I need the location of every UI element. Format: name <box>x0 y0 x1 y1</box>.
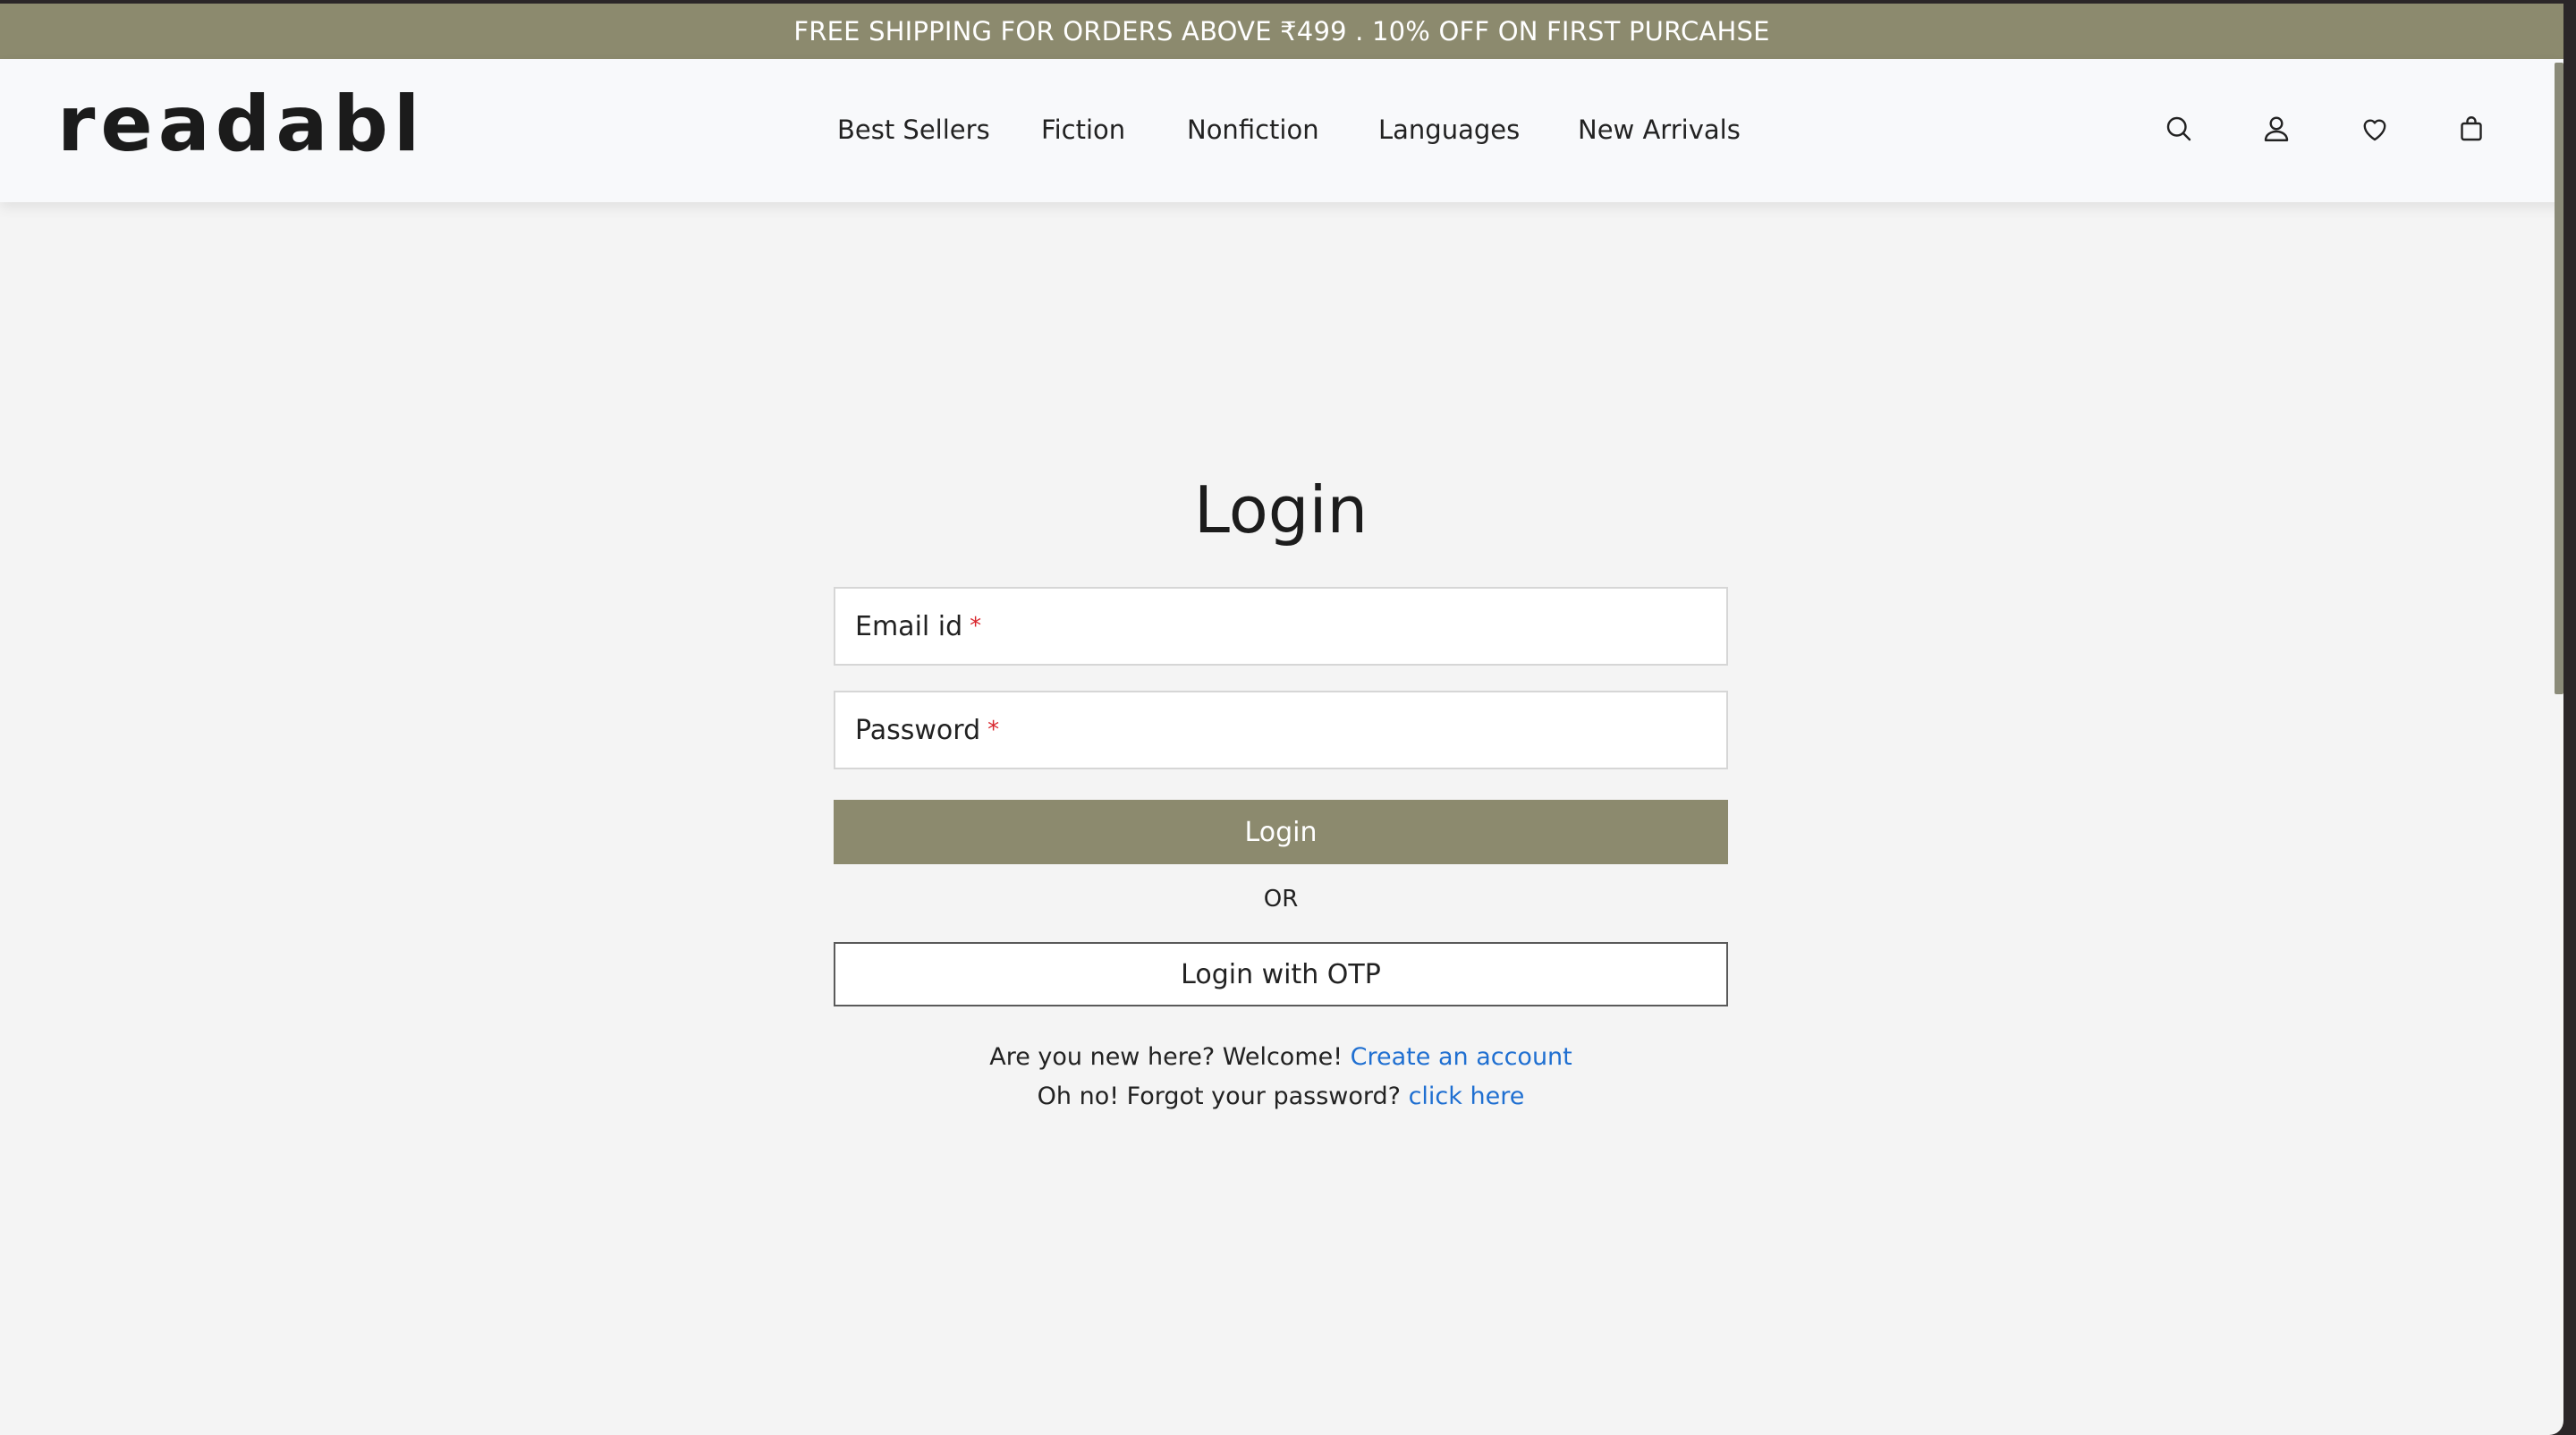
password-field[interactable]: Password * <box>834 691 1728 769</box>
announcement-bar: FREE SHIPPING FOR ORDERS ABOVE ₹499 . 10… <box>0 4 2563 59</box>
page-viewport: FREE SHIPPING FOR ORDERS ABOVE ₹499 . 10… <box>0 4 2563 1435</box>
wishlist-icon[interactable] <box>2359 113 2391 145</box>
page-scrollbar[interactable] <box>2555 63 2563 694</box>
login-button[interactable]: Login <box>834 800 1728 864</box>
search-icon[interactable] <box>2163 113 2195 145</box>
site-header: readable Best Sellers Fiction Nonfiction… <box>0 59 2563 202</box>
forgot-password-link[interactable]: click here <box>1409 1083 1525 1110</box>
create-account-link[interactable]: Create an account <box>1351 1043 1572 1071</box>
nav-item-nonfiction[interactable]: Nonfiction <box>1187 115 1319 145</box>
new-user-line: Are you new here? Welcome! Create an acc… <box>834 1043 1728 1071</box>
forgot-password-text: Oh no! Forgot your password? <box>1037 1083 1401 1110</box>
nav-item-fiction[interactable]: Fiction <box>1041 115 1125 145</box>
login-with-otp-button[interactable]: Login with OTP <box>834 942 1728 1006</box>
or-divider: OR <box>1263 886 1299 913</box>
page-title: Login <box>1193 472 1368 548</box>
announcement-text: FREE SHIPPING FOR ORDERS ABOVE ₹499 . 10… <box>793 16 1770 47</box>
email-input[interactable] <box>835 589 1726 664</box>
nav-item-languages[interactable]: Languages <box>1378 115 1520 145</box>
new-user-text: Are you new here? Welcome! <box>989 1043 1343 1071</box>
password-input[interactable] <box>835 692 1726 768</box>
email-field[interactable]: Email id * <box>834 587 1728 666</box>
forgot-password-line: Oh no! Forgot your password? click here <box>834 1083 1728 1110</box>
nav-item-new-arrivals[interactable]: New Arrivals <box>1578 115 1741 145</box>
account-icon[interactable] <box>2260 113 2292 145</box>
nav-item-best-sellers[interactable]: Best Sellers <box>837 115 990 145</box>
cart-icon[interactable] <box>2455 113 2487 145</box>
